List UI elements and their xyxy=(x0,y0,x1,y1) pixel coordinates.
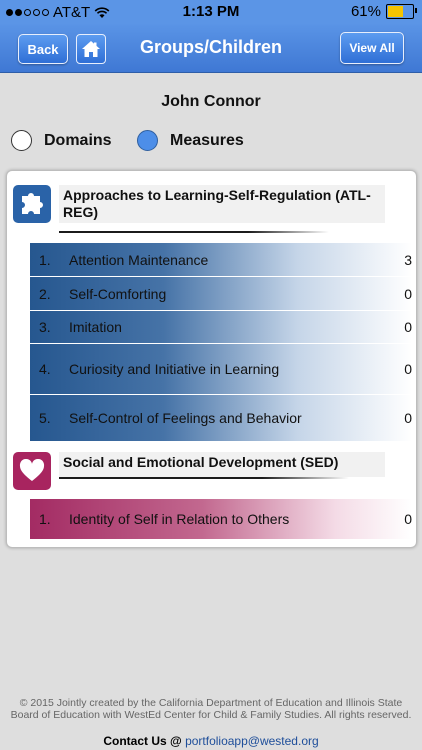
measure-value: 0 xyxy=(404,319,412,335)
measure-value: 0 xyxy=(404,361,412,377)
measure-number: 4. xyxy=(39,361,51,377)
domains-radio-label[interactable]: Domains xyxy=(44,132,112,150)
battery-icon xyxy=(386,4,417,19)
divider xyxy=(59,477,349,479)
measures-radio-label[interactable]: Measures xyxy=(170,132,244,150)
measure-number: 1. xyxy=(39,251,51,268)
copyright-text: © 2015 Jointly created by the California… xyxy=(10,697,412,721)
measure-value: 0 xyxy=(404,285,412,302)
measure-row-curiosity-initiative[interactable]: 4. Curiosity and Initiative in Learning … xyxy=(30,344,412,395)
child-name: John Connor xyxy=(161,93,261,110)
measure-value: 3 xyxy=(404,251,412,268)
view-all-button[interactable]: View All xyxy=(340,32,404,64)
domain-header-sed[interactable]: Social and Emotional Development (SED) xyxy=(13,452,385,490)
divider xyxy=(59,231,329,233)
measure-name: Curiosity and Initiative in Learning xyxy=(69,361,280,377)
contact-line: Contact Us @ portfolioapp@wested.org xyxy=(0,734,422,748)
measure-name: Self-Control of Feelings and Behavior xyxy=(69,410,302,426)
measure-name: Identity of Self in Relation to Others xyxy=(69,511,290,527)
measure-number: 1. xyxy=(39,511,51,527)
measure-row-attention-maintenance[interactable]: 1. Attention Maintenance 3 xyxy=(30,243,412,277)
domain-title: Approaches to Learning-Self-Regulation (… xyxy=(59,185,385,223)
view-toggle: Domains xyxy=(11,130,112,151)
measure-name: Imitation xyxy=(69,319,122,335)
battery-percent: 61% xyxy=(350,3,381,20)
domain-header-atl-reg[interactable]: Approaches to Learning-Self-Regulation (… xyxy=(13,185,385,223)
measure-name: Attention Maintenance xyxy=(69,251,209,268)
measure-number: 3. xyxy=(39,319,51,335)
domain-title: Social and Emotional Development (SED) xyxy=(59,452,385,477)
measure-row-self-control[interactable]: 5. Self-Control of Feelings and Behavior… xyxy=(30,395,412,442)
measure-value: 0 xyxy=(404,410,412,426)
battery-status: 61% xyxy=(350,3,417,20)
heart-icon xyxy=(13,452,51,490)
measure-value: 0 xyxy=(404,511,412,527)
puzzle-icon xyxy=(13,185,51,223)
measure-row-self-comforting[interactable]: 2. Self-Comforting 0 xyxy=(30,277,412,311)
measure-name: Self-Comforting xyxy=(69,285,167,302)
contact-label: Contact Us @ xyxy=(103,734,182,748)
status-bar: AT&T 1:13 PM 61% xyxy=(0,0,422,24)
measures-card: Approaches to Learning-Self-Regulation (… xyxy=(6,170,417,548)
measures-radio[interactable] xyxy=(137,130,158,151)
contact-email-link[interactable]: portfolioapp@wested.org xyxy=(185,734,319,748)
domains-radio[interactable] xyxy=(11,130,32,151)
measure-number: 2. xyxy=(39,285,51,302)
navigation-bar: Back Groups/Children View All xyxy=(0,24,422,73)
measure-row-identity-of-self[interactable]: 1. Identity of Self in Relation to Other… xyxy=(30,499,412,539)
measure-row-imitation[interactable]: 3. Imitation 0 xyxy=(30,311,412,344)
view-toggle-measures: Measures xyxy=(137,130,244,151)
measure-number: 5. xyxy=(39,410,51,426)
